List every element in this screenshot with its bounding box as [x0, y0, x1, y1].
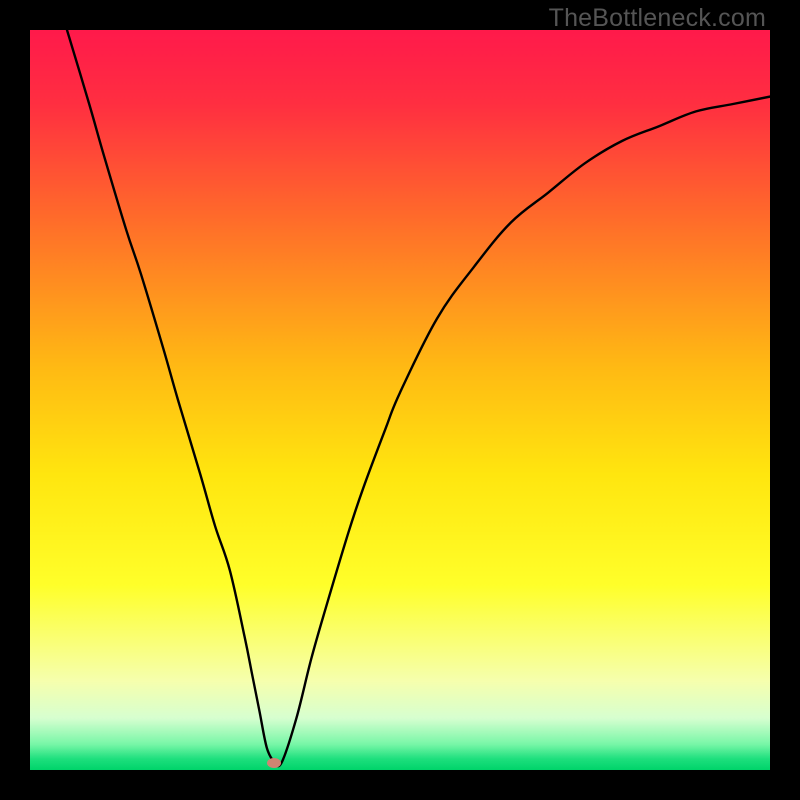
bottleneck-curve-path: [67, 30, 770, 766]
chart-frame: [30, 30, 770, 770]
optimal-point-marker: [267, 758, 281, 768]
watermark-text: TheBottleneck.com: [549, 4, 766, 33]
chart-curve: [30, 30, 770, 770]
